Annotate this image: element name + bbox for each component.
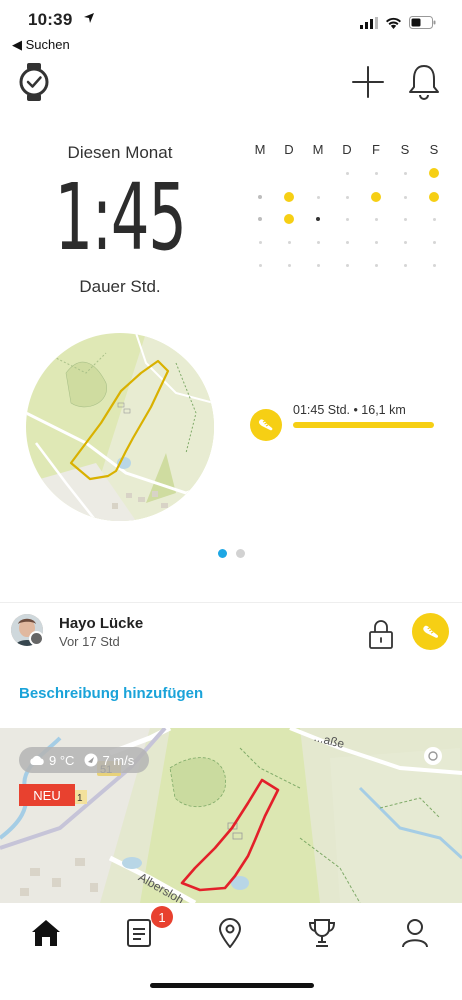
page-dot-1[interactable] <box>217 549 227 558</box>
watch-device-badge-icon <box>29 631 44 646</box>
calendar-day-empty[interactable] <box>374 263 378 267</box>
calendar-day-empty[interactable] <box>345 195 349 199</box>
period-label: Diesen Monat <box>67 143 173 162</box>
calendar-day-active[interactable] <box>429 192 439 202</box>
calendar-day-empty[interactable] <box>316 240 320 244</box>
activity-summary-text: 01:45 Std. • 16,1 km <box>293 403 406 417</box>
weekday-label: S <box>429 142 439 157</box>
battery-icon <box>409 16 436 29</box>
diary-icon <box>127 919 151 947</box>
calendar-day-rest[interactable] <box>258 217 262 221</box>
section-divider <box>0 602 462 603</box>
cellular-signal-icon <box>360 16 378 29</box>
total-duration: 1:45 <box>54 164 186 271</box>
wind-value: 7 m/s <box>102 752 135 768</box>
calendar-day-empty[interactable] <box>345 171 349 175</box>
privacy-lock-icon[interactable] <box>368 618 394 650</box>
weekday-label: D <box>284 142 294 157</box>
duration-unit-label: Dauer Std. <box>79 277 161 296</box>
diary-notification-badge: 1 <box>151 906 173 928</box>
sport-type-running-icon <box>412 613 449 650</box>
calendar-day-empty[interactable] <box>374 217 378 221</box>
weekday-label: S <box>400 142 410 157</box>
map-pin-icon <box>218 918 242 948</box>
tab-achievements[interactable] <box>297 913 347 953</box>
calendar-day-empty[interactable] <box>345 217 349 221</box>
home-icon <box>32 920 60 946</box>
wind-direction-icon <box>84 753 98 767</box>
location-arrow-icon <box>84 13 94 23</box>
status-icons <box>360 16 436 29</box>
weather-pill: 9 °C 7 m/s <box>19 747 149 773</box>
calendar-day-empty[interactable] <box>345 240 349 244</box>
calendar-day-rest[interactable] <box>258 195 262 199</box>
calendar-day-active[interactable] <box>284 192 294 202</box>
map-thumbnail-graphic <box>26 333 214 521</box>
calendar-day-empty[interactable] <box>316 263 320 267</box>
new-badge: NEU <box>19 784 75 806</box>
calendar-day-empty[interactable] <box>374 171 378 175</box>
wifi-icon <box>386 17 401 29</box>
calendar-day-empty[interactable] <box>287 240 291 244</box>
home-indicator <box>150 983 314 988</box>
status-bar: 10:39 ◀ Suchen <box>0 0 462 58</box>
weekday-label: F <box>372 142 380 157</box>
back-to-search-link[interactable]: ◀ Suchen <box>12 37 70 53</box>
tab-profile[interactable] <box>390 913 440 953</box>
notifications-bell-icon[interactable] <box>405 62 443 102</box>
calendar-day-empty[interactable] <box>403 171 407 175</box>
trophy-icon <box>308 919 336 947</box>
calendar-day-empty[interactable] <box>258 263 262 267</box>
profile-icon <box>402 919 428 948</box>
add-icon[interactable] <box>350 64 386 100</box>
calendar-day-empty[interactable] <box>403 263 407 267</box>
weekday-label: D <box>342 142 352 157</box>
activity-map-thumbnail[interactable] <box>26 333 214 521</box>
clock: 10:39 <box>28 10 73 29</box>
add-description-link[interactable]: Beschreibung hinzufügen <box>19 685 203 702</box>
watch-icon[interactable] <box>16 62 52 102</box>
calendar-day-empty[interactable] <box>345 263 349 267</box>
calendar-day-empty[interactable] <box>432 263 436 267</box>
cloud-icon <box>30 755 44 765</box>
weekday-label: M <box>312 142 324 157</box>
calendar-day-active[interactable] <box>284 214 294 224</box>
calendar-day-empty[interactable] <box>403 195 407 199</box>
weekday-label: M <box>254 142 266 157</box>
calendar-day-empty[interactable] <box>316 195 320 199</box>
post-time: Vor 17 Std <box>59 634 120 649</box>
calendar-day-empty[interactable] <box>432 240 436 244</box>
calendar-day-active[interactable] <box>371 192 381 202</box>
running-shoe-icon <box>250 409 282 441</box>
calendar-day-empty[interactable] <box>432 217 436 221</box>
tab-map[interactable] <box>205 913 255 953</box>
calendar-day-today[interactable] <box>316 217 320 221</box>
calendar-day-active[interactable] <box>429 168 439 178</box>
calendar-day-empty[interactable] <box>287 263 291 267</box>
calendar-day-empty[interactable] <box>403 217 407 221</box>
temperature-value: 9 °C <box>49 752 75 768</box>
calendar-day-empty[interactable] <box>258 240 262 244</box>
calendar-day-empty[interactable] <box>403 240 407 244</box>
weekly-activity-calendar[interactable]: MDMDFSS <box>240 140 445 275</box>
calendar-day-empty[interactable] <box>374 240 378 244</box>
page-dot-2[interactable] <box>235 549 245 558</box>
svg-text:1: 1 <box>77 793 83 804</box>
page-indicator[interactable] <box>0 549 462 558</box>
tab-home[interactable] <box>21 913 71 953</box>
user-name[interactable]: Hayo Lücke <box>59 615 143 632</box>
activity-duration-bar <box>293 422 434 428</box>
